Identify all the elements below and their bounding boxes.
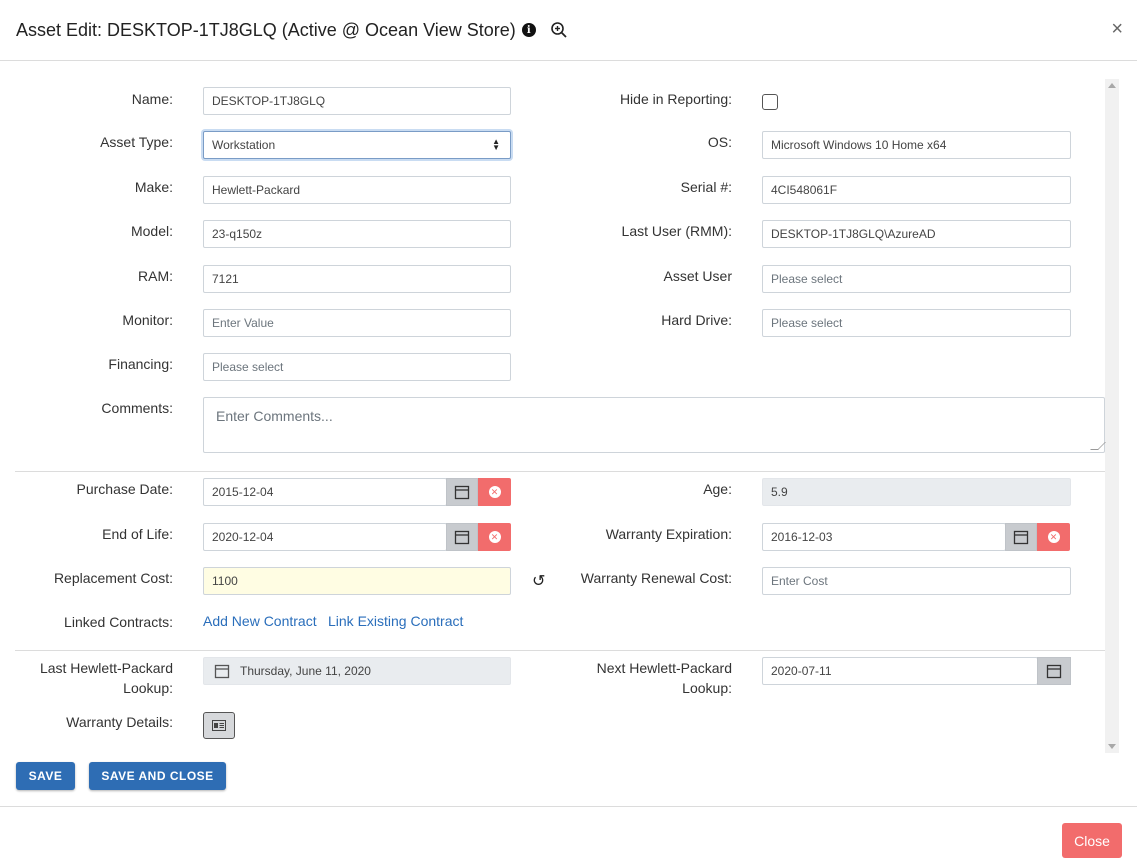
purchase-date-calendar-button[interactable] [446,478,478,506]
asset-type-label: Asset Type: [100,134,173,150]
ram-input[interactable]: 7121 [203,265,511,293]
save-and-close-button[interactable]: SAVE AND CLOSE [89,762,226,790]
monitor-input[interactable]: Enter Value [203,309,511,337]
last-lookup-value: Thursday, June 11, 2020 [240,664,371,678]
calendar-icon [1013,530,1029,545]
purchase-date-input[interactable]: 2015-12-04 [203,478,447,506]
warranty-expiration-clear-button[interactable]: ✕ [1037,523,1070,551]
section-divider [15,650,1105,651]
warranty-renewal-cost-label: Warranty Renewal Cost: [580,570,732,586]
next-lookup-label-line1: Next Hewlett-Packard [596,660,732,676]
name-label: Name: [131,91,173,107]
add-new-contract-link[interactable]: Add New Contract [203,613,317,629]
name-input[interactable]: DESKTOP-1TJ8GLQ [203,87,511,115]
os-input[interactable]: Microsoft Windows 10 Home x64 [762,131,1071,159]
serial-input[interactable]: 4CI548061F [762,176,1071,204]
resize-handle-icon[interactable] [1090,442,1106,450]
modal-footer [0,806,1137,868]
next-lookup-input[interactable]: 2020-07-11 [762,657,1038,685]
model-input[interactable]: 23-q150z [203,220,511,248]
close-icon[interactable]: × [1111,18,1123,41]
next-lookup-calendar-button[interactable] [1037,657,1071,685]
info-icon[interactable]: i [521,23,536,37]
comments-textarea[interactable]: Enter Comments... [203,397,1106,453]
calendar-icon [454,530,470,545]
asset-type-value: Workstation [212,138,276,152]
last-lookup-label-line2: Lookup: [123,680,173,696]
clear-icon: ✕ [1047,531,1060,543]
monitor-label: Monitor: [122,312,173,328]
hard-drive-label: Hard Drive: [661,312,732,328]
section-divider [15,471,1105,472]
modal-title: Asset Edit: DESKTOP-1TJ8GLQ (Active @ Oc… [16,19,516,40]
age-input: 5.9 [762,478,1071,506]
replacement-cost-label: Replacement Cost: [53,570,173,586]
scroll-up-icon[interactable] [1108,83,1116,88]
warranty-details-button[interactable] [203,712,235,739]
save-button[interactable]: SAVE [16,762,75,790]
financing-select[interactable]: Please select [203,353,511,381]
reset-icon[interactable]: ↺ [532,571,545,591]
last-user-label: Last User (RMM): [621,223,732,239]
asset-user-select[interactable]: Please select [762,265,1071,293]
hard-drive-select[interactable]: Please select [762,309,1071,337]
warranty-details-label: Warranty Details: [66,714,173,730]
ram-label: RAM: [138,268,173,284]
select-arrows-icon: ▲ ▼ [492,137,500,152]
asset-user-label: Asset User [663,268,732,284]
purchase-date-label: Purchase Date: [76,481,174,497]
calendar-icon [1046,664,1062,679]
modal-header: Asset Edit: DESKTOP-1TJ8GLQ (Active @ Oc… [0,0,1137,61]
hide-in-reporting-checkbox[interactable] [762,94,778,110]
link-existing-contract-link[interactable]: Link Existing Contract [328,613,463,629]
comments-label: Comments: [101,400,173,416]
make-input[interactable]: Hewlett-Packard [203,176,511,204]
last-lookup-label-line1: Last Hewlett-Packard [39,660,173,676]
end-of-life-clear-button[interactable]: ✕ [478,523,511,551]
scrollbar[interactable] [1105,79,1119,753]
last-lookup-label: Last Hewlett-Packard Lookup: [40,658,173,698]
zoom-in-icon[interactable] [550,21,568,39]
asset-type-select[interactable]: Workstation ▲ ▼ [203,131,511,159]
end-of-life-input[interactable]: 2020-12-04 [203,523,447,551]
next-lookup-label: Next Hewlett-Packard Lookup: [597,658,732,698]
end-of-life-calendar-button[interactable] [446,523,478,551]
warranty-expiration-input[interactable]: 2016-12-03 [762,523,1006,551]
calendar-icon [214,664,230,679]
clear-icon: ✕ [488,531,501,543]
replacement-cost-input[interactable]: 1100 [203,567,511,595]
calendar-icon [454,485,470,500]
scroll-down-icon[interactable] [1108,744,1116,749]
os-label: OS: [707,134,732,150]
make-label: Make: [134,179,173,195]
warranty-expiration-calendar-button[interactable] [1005,523,1037,551]
warranty-expiration-label: Warranty Expiration: [605,526,732,542]
next-lookup-label-line2: Lookup: [682,680,732,696]
id-card-icon [212,720,226,731]
serial-label: Serial #: [680,179,732,195]
end-of-life-label: End of Life: [102,526,173,542]
purchase-date-clear-button[interactable]: ✕ [478,478,511,506]
warranty-renewal-cost-input[interactable]: Enter Cost [762,567,1071,595]
hide-in-reporting-label: Hide in Reporting: [619,91,732,107]
last-lookup-input: Thursday, June 11, 2020 [203,657,511,685]
age-label: Age: [703,481,732,497]
clear-icon: ✕ [488,486,501,498]
linked-contracts-label: Linked Contracts: [64,614,173,630]
last-user-input[interactable]: DESKTOP-1TJ8GLQ\AzureAD [762,220,1071,248]
comments-placeholder: Enter Comments... [216,408,333,424]
model-label: Model: [130,223,173,239]
close-button[interactable]: Close [1062,823,1122,858]
financing-label: Financing: [108,356,173,372]
